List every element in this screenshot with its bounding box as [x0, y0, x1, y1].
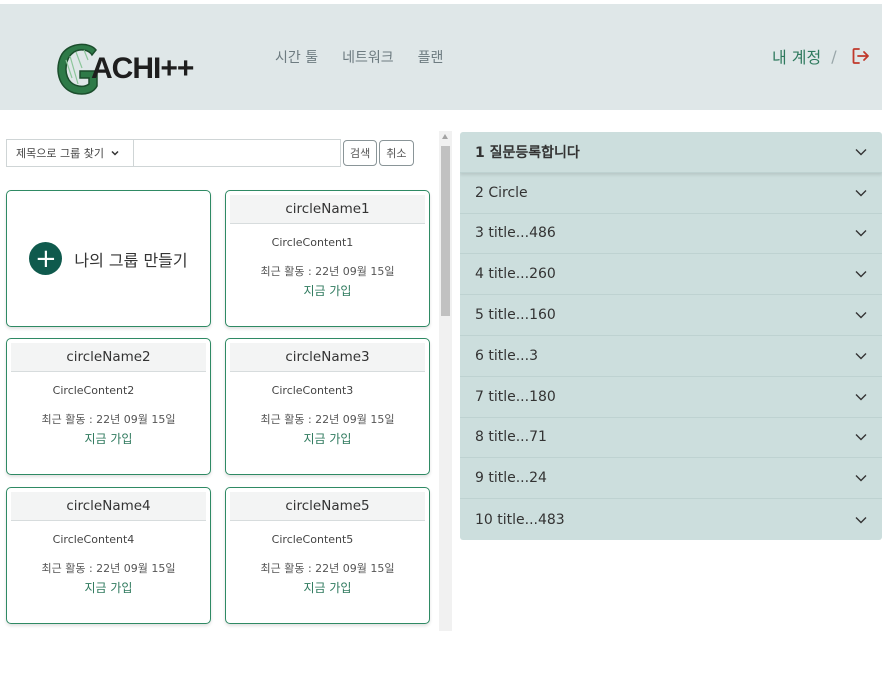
group-card-content: CircleContent1 — [271, 236, 354, 249]
cancel-button[interactable]: 취소 — [379, 140, 414, 166]
join-now-button[interactable]: 지금 가입 — [226, 430, 429, 447]
scroll-thumb[interactable] — [441, 146, 450, 316]
account-area: 내 계정 / — [772, 44, 871, 68]
accordion-item[interactable]: 7 title...180 — [460, 377, 882, 418]
accordion-item[interactable]: 8 title...71 — [460, 418, 882, 459]
top-header: ACHI++ 시간 툴 네트워크 플랜 내 계정 / — [0, 4, 882, 110]
chevron-down-icon — [855, 230, 867, 237]
logo[interactable]: ACHI++ — [52, 38, 197, 98]
accordion-item[interactable]: 3 title...486 — [460, 214, 882, 255]
my-account-link[interactable]: 내 계정 — [772, 44, 821, 68]
group-card-content: CircleContent4 — [52, 533, 135, 546]
chevron-down-icon — [855, 312, 867, 319]
chevron-down-icon — [855, 516, 867, 524]
group-card: circleName4 CircleContent4 최근 활동 : 22년 0… — [6, 487, 211, 624]
grid-scrollbar[interactable] — [439, 131, 452, 631]
group-card-activity: 최근 활동 : 22년 09월 15일 — [41, 562, 176, 575]
group-card-content: CircleContent5 — [271, 533, 354, 546]
accordion-item-label: 5 title...160 — [475, 307, 556, 324]
group-card-activity: 최근 활동 : 22년 09월 15일 — [260, 413, 395, 426]
accordion-item-label: 3 title...486 — [475, 225, 556, 242]
group-card: circleName5 CircleContent5 최근 활동 : 22년 0… — [225, 487, 430, 624]
accordion-item[interactable]: 2 Circle — [460, 173, 882, 214]
group-card: circleName1 CircleContent1 최근 활동 : 22년 0… — [225, 190, 430, 327]
scroll-up-arrow-icon[interactable] — [442, 134, 448, 139]
group-card-title: circleName1 — [230, 195, 425, 224]
logo-text: ACHI++ — [91, 52, 194, 85]
logout-icon[interactable] — [851, 46, 871, 66]
main-nav: 시간 툴 네트워크 플랜 — [275, 47, 443, 67]
chevron-down-icon — [855, 148, 867, 156]
accordion-item-label: 2 Circle — [475, 184, 528, 201]
chevron-down-icon — [111, 150, 119, 156]
join-now-button[interactable]: 지금 가입 — [226, 579, 429, 596]
accordion-item-label: 4 title...260 — [475, 266, 556, 283]
chevron-down-icon — [855, 475, 867, 482]
group-card-content: CircleContent3 — [271, 384, 354, 397]
accordion-item[interactable]: 10 title...483 — [460, 499, 882, 540]
search-button[interactable]: 검색 — [343, 140, 378, 166]
group-card: circleName2 CircleContent2 최근 활동 : 22년 0… — [6, 338, 211, 475]
accordion-item-label: 1 질문등록합니다 — [475, 144, 580, 161]
accordion-item-label: 8 title...71 — [475, 429, 547, 446]
accordion-item[interactable]: 5 title...160 — [460, 295, 882, 336]
chevron-down-icon — [855, 271, 867, 278]
join-now-button[interactable]: 지금 가입 — [7, 579, 210, 596]
search-type-value: 제목으로 그룹 찾기 — [16, 147, 104, 160]
chevron-down-icon — [855, 189, 867, 197]
chevron-down-icon — [855, 352, 867, 360]
account-separator: / — [831, 46, 837, 66]
accordion-item-label: 10 title...483 — [475, 511, 565, 528]
create-group-card[interactable]: + 나의 그룹 만들기 — [6, 190, 211, 327]
group-card-grid: + 나의 그룹 만들기 circleName1 CircleContent1 최… — [0, 180, 438, 633]
join-now-button[interactable]: 지금 가입 — [7, 430, 210, 447]
search-input[interactable] — [133, 139, 341, 167]
nav-plan[interactable]: 플랜 — [418, 47, 444, 67]
join-now-button[interactable]: 지금 가입 — [226, 282, 429, 299]
group-card-title: circleName2 — [11, 343, 206, 372]
group-search-bar: 제목으로 그룹 찾기 검색 취소 — [6, 139, 419, 167]
nav-time-tool[interactable]: 시간 툴 — [275, 47, 318, 67]
accordion-item[interactable]: 9 title...24 — [460, 458, 882, 500]
group-card-activity: 최근 활동 : 22년 09월 15일 — [260, 265, 395, 278]
group-card-content: CircleContent2 — [52, 384, 135, 397]
accordion-item-label: 7 title...180 — [475, 388, 556, 405]
accordion-item[interactable]: 1 질문등록합니다 — [460, 132, 882, 173]
chevron-down-icon — [855, 434, 867, 441]
accordion-item[interactable]: 6 title...3 — [460, 336, 882, 377]
search-type-select[interactable]: 제목으로 그룹 찾기 — [6, 139, 133, 167]
group-card-title: circleName5 — [230, 492, 425, 521]
create-group-label: 나의 그룹 만들기 — [74, 250, 188, 270]
group-card-title: circleName3 — [230, 343, 425, 372]
chevron-down-icon — [855, 393, 867, 401]
plus-icon: + — [29, 242, 63, 275]
group-card-activity: 최근 활동 : 22년 09월 15일 — [41, 413, 176, 426]
nav-network[interactable]: 네트워크 — [342, 47, 394, 67]
accordion-item-label: 9 title...24 — [475, 470, 547, 487]
accordion-item-label: 6 title...3 — [475, 347, 538, 364]
group-card-title: circleName4 — [11, 492, 206, 521]
accordion-item[interactable]: 4 title...260 — [460, 254, 882, 296]
group-card: circleName3 CircleContent3 최근 활동 : 22년 0… — [225, 338, 430, 475]
group-card-activity: 최근 활동 : 22년 09월 15일 — [260, 562, 395, 575]
question-accordion: 1 질문등록합니다 2 Circle 3 title...486 4 title… — [460, 132, 882, 540]
